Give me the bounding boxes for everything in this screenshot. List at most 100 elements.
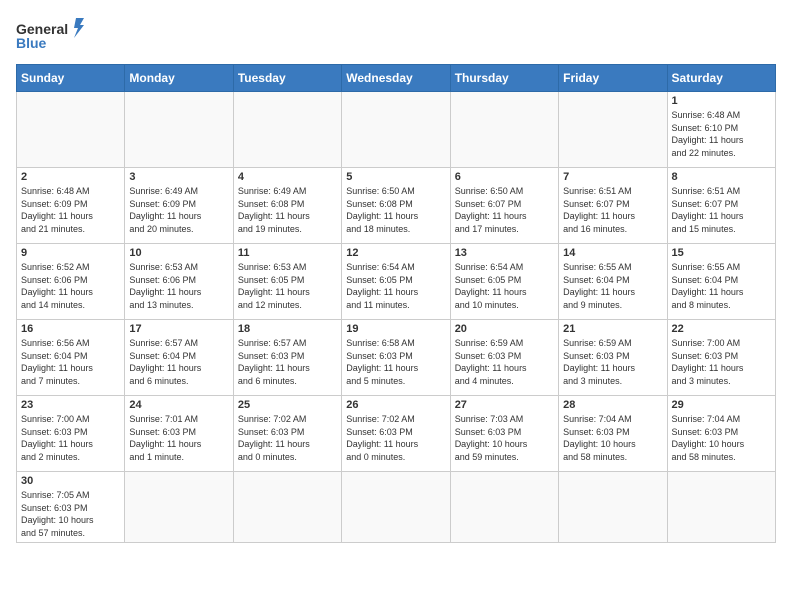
day-info: Sunrise: 7:02 AM Sunset: 6:03 PM Dayligh… <box>346 413 445 463</box>
day-number: 14 <box>563 247 662 259</box>
weekday-header-friday: Friday <box>559 65 667 92</box>
day-info: Sunrise: 6:59 AM Sunset: 6:03 PM Dayligh… <box>455 337 554 387</box>
day-info: Sunrise: 7:04 AM Sunset: 6:03 PM Dayligh… <box>672 413 771 463</box>
day-number: 2 <box>21 171 120 183</box>
day-number: 3 <box>129 171 228 183</box>
weekday-header-tuesday: Tuesday <box>233 65 341 92</box>
day-number: 6 <box>455 171 554 183</box>
calendar-day: 7 Sunrise: 6:51 AM Sunset: 6:07 PM Daylig… <box>559 168 667 244</box>
day-number: 13 <box>455 247 554 259</box>
day-number: 1 <box>672 95 771 107</box>
day-info: Sunrise: 6:50 AM Sunset: 6:08 PM Dayligh… <box>346 185 445 235</box>
day-number: 19 <box>346 323 445 335</box>
calendar-day: 13 Sunrise: 6:54 AM Sunset: 6:05 PM Dayli… <box>450 244 558 320</box>
day-info: Sunrise: 7:04 AM Sunset: 6:03 PM Dayligh… <box>563 413 662 463</box>
day-info: Sunrise: 6:57 AM Sunset: 6:03 PM Dayligh… <box>238 337 337 387</box>
calendar-day: 21 Sunrise: 6:59 AM Sunset: 6:03 PM Dayli… <box>559 320 667 396</box>
logo: General Blue <box>16 16 86 56</box>
calendar-day: 25 Sunrise: 7:02 AM Sunset: 6:03 PM Dayli… <box>233 396 341 472</box>
day-number: 17 <box>129 323 228 335</box>
day-info: Sunrise: 6:51 AM Sunset: 6:07 PM Dayligh… <box>672 185 771 235</box>
calendar-day <box>450 472 558 543</box>
day-number: 18 <box>238 323 337 335</box>
day-info: Sunrise: 6:48 AM Sunset: 6:09 PM Dayligh… <box>21 185 120 235</box>
day-number: 25 <box>238 399 337 411</box>
day-info: Sunrise: 6:54 AM Sunset: 6:05 PM Dayligh… <box>455 261 554 311</box>
calendar-day: 20 Sunrise: 6:59 AM Sunset: 6:03 PM Dayli… <box>450 320 558 396</box>
day-number: 23 <box>21 399 120 411</box>
calendar-day: 5Sunrise: 6:50 AM Sunset: 6:08 PM Daylig… <box>342 168 450 244</box>
day-info: Sunrise: 6:55 AM Sunset: 6:04 PM Dayligh… <box>672 261 771 311</box>
calendar-day: 22 Sunrise: 7:00 AM Sunset: 6:03 PM Dayli… <box>667 320 775 396</box>
weekday-header-monday: Monday <box>125 65 233 92</box>
day-info: Sunrise: 6:50 AM Sunset: 6:07 PM Dayligh… <box>455 185 554 235</box>
day-info: Sunrise: 6:53 AM Sunset: 6:06 PM Dayligh… <box>129 261 228 311</box>
calendar-day: 14 Sunrise: 6:55 AM Sunset: 6:04 PM Dayli… <box>559 244 667 320</box>
calendar-day: 30 Sunrise: 7:05 AM Sunset: 6:03 PM Dayli… <box>17 472 125 543</box>
day-number: 24 <box>129 399 228 411</box>
calendar-day <box>233 92 341 168</box>
day-info: Sunrise: 6:49 AM Sunset: 6:09 PM Dayligh… <box>129 185 228 235</box>
day-number: 28 <box>563 399 662 411</box>
day-info: Sunrise: 6:55 AM Sunset: 6:04 PM Dayligh… <box>563 261 662 311</box>
weekday-header-sunday: Sunday <box>17 65 125 92</box>
day-number: 26 <box>346 399 445 411</box>
calendar-day: 27Sunrise: 7:03 AM Sunset: 6:03 PM Dayli… <box>450 396 558 472</box>
calendar-day <box>125 92 233 168</box>
calendar-day: 8 Sunrise: 6:51 AM Sunset: 6:07 PM Daylig… <box>667 168 775 244</box>
day-number: 30 <box>21 475 120 487</box>
day-info: Sunrise: 7:03 AM Sunset: 6:03 PM Dayligh… <box>455 413 554 463</box>
calendar-day: 23 Sunrise: 7:00 AM Sunset: 6:03 PM Dayli… <box>17 396 125 472</box>
calendar-day: 17Sunrise: 6:57 AM Sunset: 6:04 PM Dayli… <box>125 320 233 396</box>
calendar-day: 2 Sunrise: 6:48 AM Sunset: 6:09 PM Daylig… <box>17 168 125 244</box>
day-info: Sunrise: 6:49 AM Sunset: 6:08 PM Dayligh… <box>238 185 337 235</box>
day-info: Sunrise: 6:48 AM Sunset: 6:10 PM Dayligh… <box>672 109 771 159</box>
day-number: 9 <box>21 247 120 259</box>
day-info: Sunrise: 7:02 AM Sunset: 6:03 PM Dayligh… <box>238 413 337 463</box>
day-number: 15 <box>672 247 771 259</box>
calendar-day: 26 Sunrise: 7:02 AM Sunset: 6:03 PM Dayli… <box>342 396 450 472</box>
calendar-day: 24 Sunrise: 7:01 AM Sunset: 6:03 PM Dayli… <box>125 396 233 472</box>
calendar-day <box>342 472 450 543</box>
day-number: 12 <box>346 247 445 259</box>
day-info: Sunrise: 7:00 AM Sunset: 6:03 PM Dayligh… <box>21 413 120 463</box>
day-info: Sunrise: 6:59 AM Sunset: 6:03 PM Dayligh… <box>563 337 662 387</box>
logo-svg: General Blue <box>16 16 86 56</box>
calendar-day: 16 Sunrise: 6:56 AM Sunset: 6:04 PM Dayli… <box>17 320 125 396</box>
weekday-header-thursday: Thursday <box>450 65 558 92</box>
day-number: 22 <box>672 323 771 335</box>
day-info: Sunrise: 6:56 AM Sunset: 6:04 PM Dayligh… <box>21 337 120 387</box>
day-number: 8 <box>672 171 771 183</box>
calendar-table: SundayMondayTuesdayWednesdayThursdayFrid… <box>16 64 776 543</box>
calendar-day: 29 Sunrise: 7:04 AM Sunset: 6:03 PM Dayli… <box>667 396 775 472</box>
day-number: 10 <box>129 247 228 259</box>
calendar-day <box>667 472 775 543</box>
day-info: Sunrise: 6:54 AM Sunset: 6:05 PM Dayligh… <box>346 261 445 311</box>
calendar-day <box>17 92 125 168</box>
day-number: 20 <box>455 323 554 335</box>
calendar-day: 12 Sunrise: 6:54 AM Sunset: 6:05 PM Dayli… <box>342 244 450 320</box>
day-number: 16 <box>21 323 120 335</box>
page-header: General Blue <box>16 16 776 56</box>
calendar-day: 19Sunrise: 6:58 AM Sunset: 6:03 PM Dayli… <box>342 320 450 396</box>
calendar-day <box>233 472 341 543</box>
calendar-day: 28 Sunrise: 7:04 AM Sunset: 6:03 PM Dayli… <box>559 396 667 472</box>
day-number: 29 <box>672 399 771 411</box>
weekday-header-saturday: Saturday <box>667 65 775 92</box>
day-info: Sunrise: 7:05 AM Sunset: 6:03 PM Dayligh… <box>21 489 120 539</box>
day-number: 4 <box>238 171 337 183</box>
day-number: 21 <box>563 323 662 335</box>
day-info: Sunrise: 6:52 AM Sunset: 6:06 PM Dayligh… <box>21 261 120 311</box>
calendar-day <box>342 92 450 168</box>
day-info: Sunrise: 7:00 AM Sunset: 6:03 PM Dayligh… <box>672 337 771 387</box>
calendar-day <box>559 92 667 168</box>
day-number: 7 <box>563 171 662 183</box>
calendar-day: 1 Sunrise: 6:48 AM Sunset: 6:10 PM Daylig… <box>667 92 775 168</box>
calendar-day: 18 Sunrise: 6:57 AM Sunset: 6:03 PM Dayli… <box>233 320 341 396</box>
calendar-day: 6 Sunrise: 6:50 AM Sunset: 6:07 PM Daylig… <box>450 168 558 244</box>
calendar-day <box>125 472 233 543</box>
day-number: 11 <box>238 247 337 259</box>
day-info: Sunrise: 7:01 AM Sunset: 6:03 PM Dayligh… <box>129 413 228 463</box>
day-info: Sunrise: 6:51 AM Sunset: 6:07 PM Dayligh… <box>563 185 662 235</box>
calendar-day: 9 Sunrise: 6:52 AM Sunset: 6:06 PM Daylig… <box>17 244 125 320</box>
